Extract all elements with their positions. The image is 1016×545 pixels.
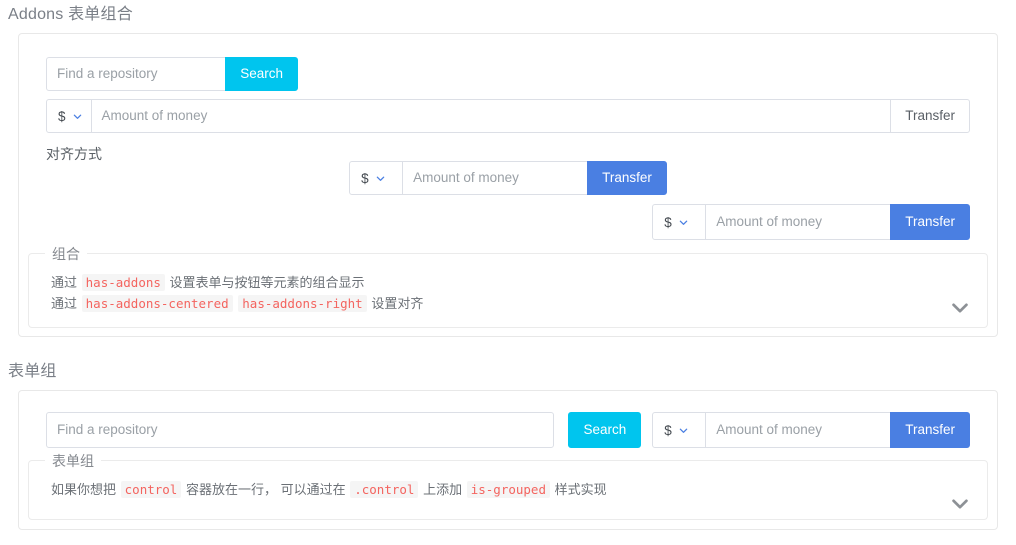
- formgroup-info-box: 表单组 如果你想把 control 容器放在一行， 可以通过在 .control…: [28, 451, 988, 520]
- currency-select-right[interactable]: $: [652, 204, 707, 240]
- formgroup-info-code-3: is-grouped: [466, 481, 550, 498]
- expand-chevron-down-icon[interactable]: [949, 297, 971, 319]
- addons-info-line-1: 通过 has-addons 设置表单与按钮等元素的组合显示: [51, 272, 965, 293]
- search-input[interactable]: Find a repository: [46, 57, 227, 91]
- transfer-button[interactable]: Transfer: [890, 99, 970, 133]
- addons-info-line2-code-2: has-addons-right: [238, 295, 367, 312]
- page-title-addons: Addons 表单组合: [8, 6, 133, 23]
- addons-info-line1-pre: 通过: [51, 275, 78, 290]
- grouped-currency-select[interactable]: $: [652, 412, 707, 448]
- right-addons-row: $ Amount of money Transfer: [652, 204, 970, 240]
- currency-select[interactable]: $: [46, 99, 92, 133]
- formgroup-info-post: 样式实现: [554, 482, 607, 497]
- addons-card: Find a repository Search $ Amount of mon…: [18, 33, 998, 337]
- chevron-down-icon: [73, 112, 82, 121]
- addons-info-line-2: 通过 has-addons-centered has-addons-right …: [51, 293, 965, 314]
- grouped-search-input[interactable]: Find a repository: [46, 412, 555, 448]
- chevron-down-icon: [679, 218, 688, 227]
- grouped-amount-input[interactable]: Amount of money: [705, 412, 892, 448]
- chevron-down-icon: [376, 174, 385, 183]
- search-addons-row: Find a repository Search: [46, 57, 298, 91]
- addons-info-line2-post: 设置对齐: [371, 296, 424, 311]
- expand-chevron-down-icon[interactable]: [949, 493, 971, 515]
- amount-input-right[interactable]: Amount of money: [705, 204, 892, 240]
- centered-addons-wrapper: $ Amount of money Transfer: [19, 161, 997, 195]
- centered-addons-row: $ Amount of money Transfer: [349, 161, 667, 195]
- grouped-currency-select-value: $: [664, 422, 672, 438]
- currency-select-value: $: [58, 108, 66, 124]
- formgroup-info-mid-3: 上添加: [423, 482, 463, 497]
- currency-select-right-value: $: [664, 214, 672, 230]
- search-button[interactable]: Search: [225, 57, 298, 91]
- addons-info-line2-code-1: has-addons-centered: [81, 295, 233, 312]
- transfer-button-centered[interactable]: Transfer: [587, 161, 667, 195]
- addons-info-body: 通过 has-addons 设置表单与按钮等元素的组合显示 通过 has-add…: [29, 254, 987, 314]
- grouped-amount-addons: $ Amount of money Transfer: [652, 412, 970, 448]
- addons-info-box: 组合 通过 has-addons 设置表单与按钮等元素的组合显示 通过 has-…: [28, 244, 988, 328]
- page-root: Addons 表单组合 Find a repository Search $ A…: [0, 0, 1016, 545]
- formgroup-info-line: 如果你想把 control 容器放在一行， 可以通过在 .control 上添加…: [51, 479, 965, 500]
- chevron-down-icon: [679, 426, 688, 435]
- formgroup-info-code-1: control: [120, 481, 182, 498]
- currency-select-centered-value: $: [361, 170, 369, 186]
- right-addons-wrapper: $ Amount of money Transfer: [19, 204, 970, 240]
- amount-addons-row: $ Amount of money Transfer: [46, 99, 970, 133]
- formgroup-info-pre: 如果你想把: [51, 482, 117, 497]
- addons-info-line1-code: has-addons: [81, 274, 165, 291]
- formgroup-card: Find a repository Search $ Amount of mon…: [18, 390, 998, 530]
- formgroup-info-mid-1: 容器放在一行，: [185, 482, 277, 497]
- grouped-controls-row: Find a repository Search $ Amount of mon…: [46, 412, 970, 448]
- addons-info-line1-post: 设置表单与按钮等元素的组合显示: [169, 275, 365, 290]
- formgroup-info-legend: 表单组: [45, 451, 101, 471]
- formgroup-info-mid-2: 可以通过在: [280, 482, 346, 497]
- addons-info-legend: 组合: [45, 244, 87, 264]
- currency-select-centered[interactable]: $: [349, 161, 404, 195]
- formgroup-info-body: 如果你想把 control 容器放在一行， 可以通过在 .control 上添加…: [29, 461, 987, 500]
- amount-input-centered[interactable]: Amount of money: [402, 161, 589, 195]
- addons-info-line2-pre: 通过: [51, 296, 78, 311]
- grouped-search-button[interactable]: Search: [568, 412, 642, 448]
- grouped-transfer-button[interactable]: Transfer: [890, 412, 970, 448]
- transfer-button-right[interactable]: Transfer: [890, 204, 970, 240]
- page-title-formgroup: 表单组: [8, 363, 57, 380]
- amount-input[interactable]: Amount of money: [90, 99, 892, 133]
- formgroup-info-code-2: .control: [350, 481, 419, 498]
